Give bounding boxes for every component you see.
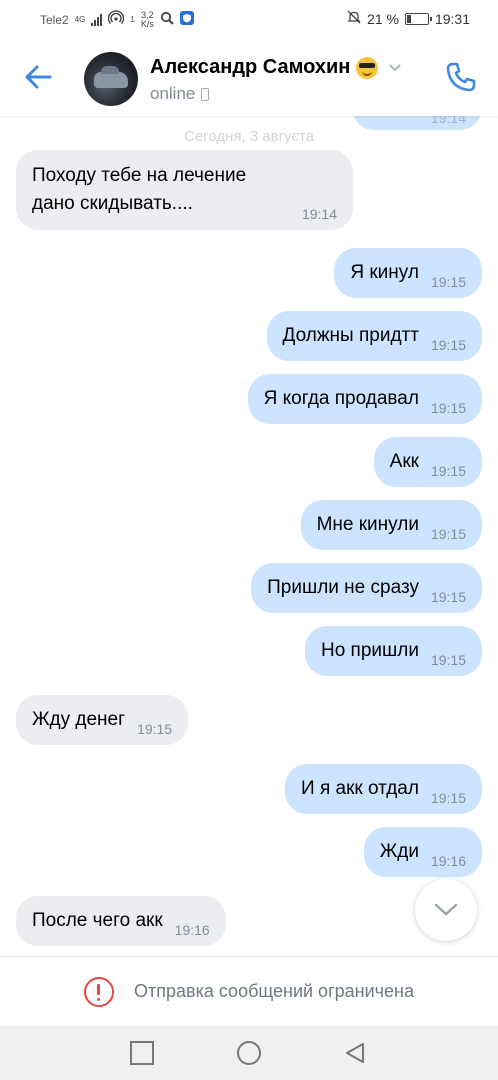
message-time: 19:16 (430, 853, 466, 869)
online-status: online (150, 84, 210, 104)
nav-back-button[interactable] (343, 1041, 367, 1065)
arrow-left-icon (25, 65, 52, 89)
message-time: 19:15 (137, 721, 173, 737)
recent-apps-button[interactable] (130, 1041, 154, 1065)
message-text: Должны придтт (282, 325, 419, 346)
message-time: 19:15 (430, 400, 466, 416)
hotspot-icon (108, 10, 125, 29)
warning-icon (84, 976, 114, 1007)
avatar[interactable] (84, 52, 138, 106)
message-text: Мне кинули (316, 514, 419, 535)
battery-icon (404, 12, 432, 25)
back-button[interactable] (22, 60, 56, 94)
message-time: 19:15 (430, 463, 466, 479)
shield-icon (179, 11, 194, 28)
search-icon (160, 11, 174, 28)
home-button[interactable] (237, 1041, 261, 1065)
sunglasses-emoji-icon (356, 56, 379, 79)
message-text: После чего акк (32, 910, 163, 931)
system-nav-bar (0, 1026, 498, 1080)
hotspot-count: 1 (130, 14, 135, 24)
car-image (94, 66, 128, 88)
clock: 19:31 (434, 10, 470, 27)
signal-icon (91, 13, 103, 26)
message-text: Но пришли (320, 640, 419, 661)
message-text: Я кинул (350, 262, 419, 283)
speed-unit: K/s (140, 18, 154, 29)
status-bar: Tele2 4G 1 3,2 K/s 21 % 19:31 (0, 0, 498, 38)
message-time: 19:15 (430, 652, 466, 668)
restricted-label: Отправка сообщений ограничена (134, 981, 414, 1001)
message-bubble[interactable]: Я когда продавал 19:15 (247, 374, 482, 424)
message-text: Жди (379, 841, 419, 862)
message-bubble[interactable]: Но пришли 19:15 (304, 626, 482, 676)
message-bubble[interactable]: Должны придтт 19:15 (266, 311, 482, 361)
message-text: Походу тебе на лечение дано скидывать...… (32, 165, 247, 214)
scroll-down-button[interactable] (415, 879, 477, 941)
message-time: 19:15 (430, 790, 466, 806)
message-time: 19:15 (430, 337, 466, 353)
phone-icon (446, 62, 476, 92)
triangle-back-icon (346, 1043, 364, 1063)
mobile-device-icon (201, 87, 210, 101)
carrier-name: Tele2 (40, 12, 69, 27)
contact-name: Александр Самохин (150, 56, 351, 78)
status-left: Tele2 4G 1 3,2 K/s (40, 10, 194, 29)
battery-percent: 21 % (367, 10, 399, 27)
status-right: 21 % 19:31 (347, 10, 470, 27)
chat-header: Александр Самохин online (0, 38, 498, 116)
network-type: 4G (74, 14, 86, 24)
message-time: 19:15 (430, 274, 466, 290)
message-time: 19:14 (430, 116, 466, 126)
message-time: 19:16 (174, 922, 210, 938)
message-bubble[interactable]: Жди 19:16 (363, 827, 482, 877)
message-bubble[interactable]: Жду денег 19:15 (16, 695, 189, 745)
message-list[interactable]: 19:14 Сегодня, 3 августа Походу тебе на … (0, 116, 498, 956)
message-time: 19:14 (301, 206, 337, 222)
message-bubble[interactable]: Походу тебе на лечение дано скидывать...… (16, 150, 353, 230)
message-text: Я когда продавал (263, 388, 419, 409)
message-text: Жду денег (32, 709, 126, 730)
chevron-down-icon (388, 60, 402, 76)
message-bubble[interactable]: Пришли не сразу 19:15 (251, 563, 482, 613)
network-speed: 3,2 K/s (140, 10, 154, 29)
message-bubble[interactable]: И я акк отдал 19:15 (285, 764, 482, 814)
message-bubble[interactable]: Акк 19:15 (373, 437, 482, 487)
date-separator: Сегодня, 3 августа (184, 128, 314, 145)
status-text: online (150, 84, 196, 103)
message-bubble[interactable]: После чего акк 19:16 (16, 896, 226, 946)
contact-name-row[interactable]: Александр Самохин (150, 56, 402, 79)
message-time: 19:15 (430, 589, 466, 605)
message-text: Акк (389, 451, 419, 472)
message-text: Пришли не сразу (267, 577, 419, 598)
call-button[interactable] (444, 60, 478, 94)
chevron-down-icon (434, 903, 458, 916)
message-bubble[interactable]: Мне кинули 19:15 (300, 500, 482, 550)
message-text: И я акк отдал (301, 778, 419, 799)
mute-icon (347, 10, 361, 27)
message-time: 19:15 (430, 526, 466, 542)
messaging-restricted-bar: Отправка сообщений ограничена (0, 956, 498, 1026)
message-bubble[interactable]: Я кинул 19:15 (334, 248, 482, 298)
